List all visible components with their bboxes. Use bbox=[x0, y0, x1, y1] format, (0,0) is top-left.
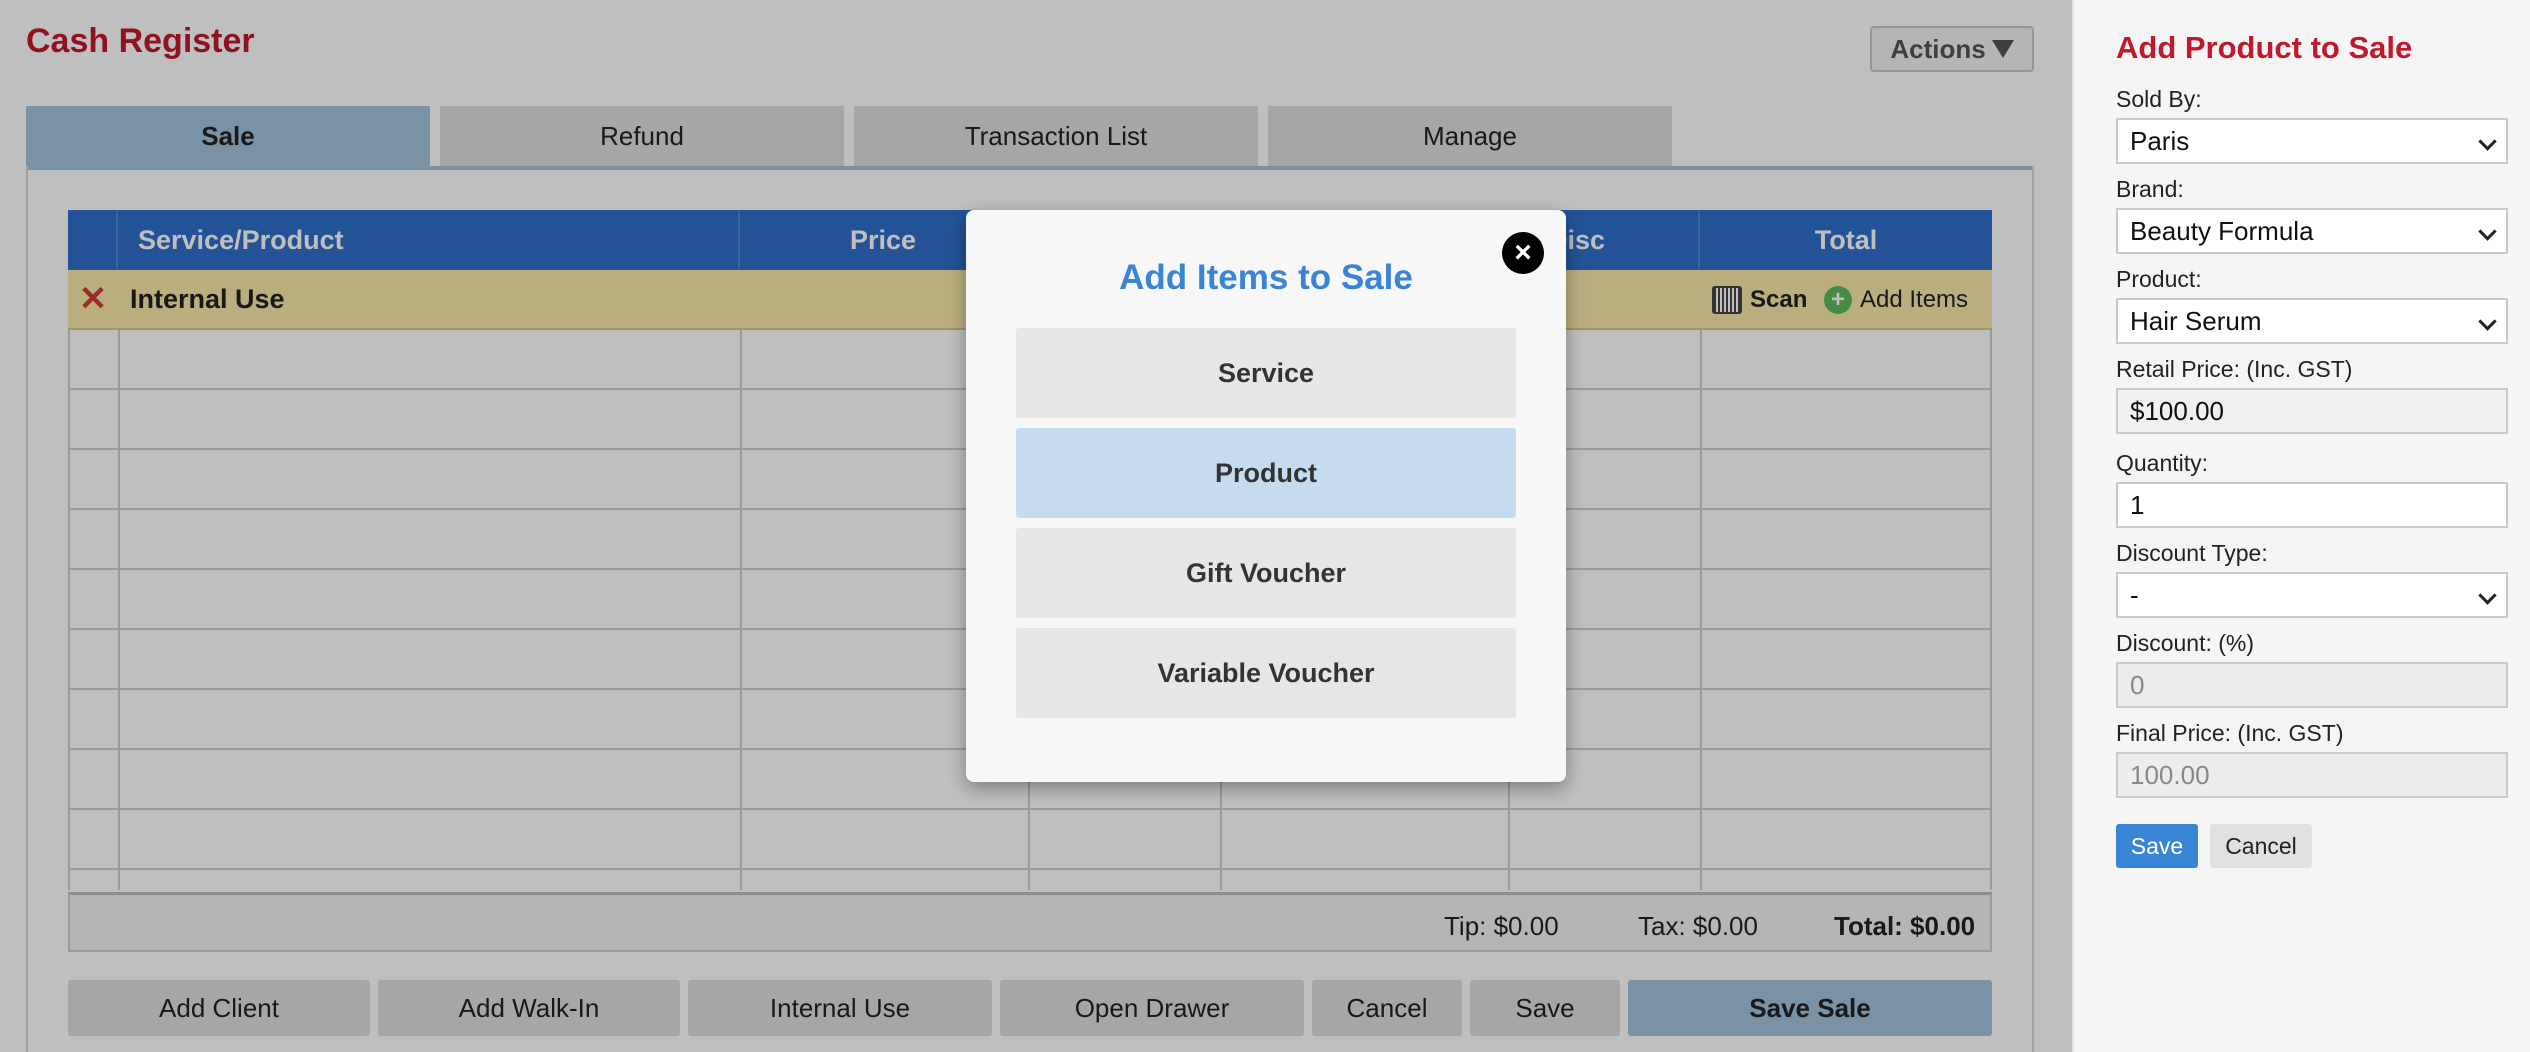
variable-voucher-option-button[interactable]: Variable Voucher bbox=[1016, 628, 1516, 718]
brand-select[interactable]: Beauty Formula bbox=[2116, 208, 2508, 254]
side-cancel-button[interactable]: Cancel bbox=[2210, 824, 2312, 868]
side-save-button[interactable]: Save bbox=[2116, 824, 2198, 868]
discount-type-label: Discount Type: bbox=[2116, 540, 2268, 566]
side-panel-title: Add Product to Sale bbox=[2116, 30, 2413, 65]
product-select[interactable]: Hair Serum bbox=[2116, 298, 2508, 344]
cash-register-main: Cash Register Actions Sale Refund Transa… bbox=[0, 0, 2072, 1052]
quantity-label: Quantity: bbox=[2116, 450, 2209, 476]
discount-label: Discount: (%) bbox=[2116, 630, 2255, 656]
product-label: Product: bbox=[2116, 266, 2202, 292]
final-price-label: Final Price: (Inc. GST) bbox=[2116, 720, 2344, 746]
close-icon[interactable]: × bbox=[1502, 232, 1544, 274]
retail-price-input[interactable]: $100.00 bbox=[2116, 388, 2508, 434]
quantity-input[interactable]: 1 bbox=[2116, 482, 2508, 528]
final-price-input[interactable]: 100.00 bbox=[2116, 752, 2508, 798]
add-items-modal: Add Items to Sale × Service Product Gift… bbox=[966, 210, 1566, 782]
sold-by-label: Sold By: bbox=[2116, 86, 2202, 112]
retail-price-label: Retail Price: (Inc. GST) bbox=[2116, 356, 2353, 382]
gift-voucher-option-button[interactable]: Gift Voucher bbox=[1016, 528, 1516, 618]
sold-by-select[interactable]: Paris bbox=[2116, 118, 2508, 164]
discount-type-select[interactable]: - bbox=[2116, 572, 2508, 618]
discount-input[interactable]: 0 bbox=[2116, 662, 2508, 708]
service-option-button[interactable]: Service bbox=[1016, 328, 1516, 418]
add-product-side-panel: Add Product to Sale Sold By: Paris Brand… bbox=[2072, 0, 2530, 1052]
modal-title: Add Items to Sale bbox=[1119, 258, 1413, 297]
brand-label: Brand: bbox=[2116, 176, 2184, 202]
product-option-button[interactable]: Product bbox=[1016, 428, 1516, 518]
